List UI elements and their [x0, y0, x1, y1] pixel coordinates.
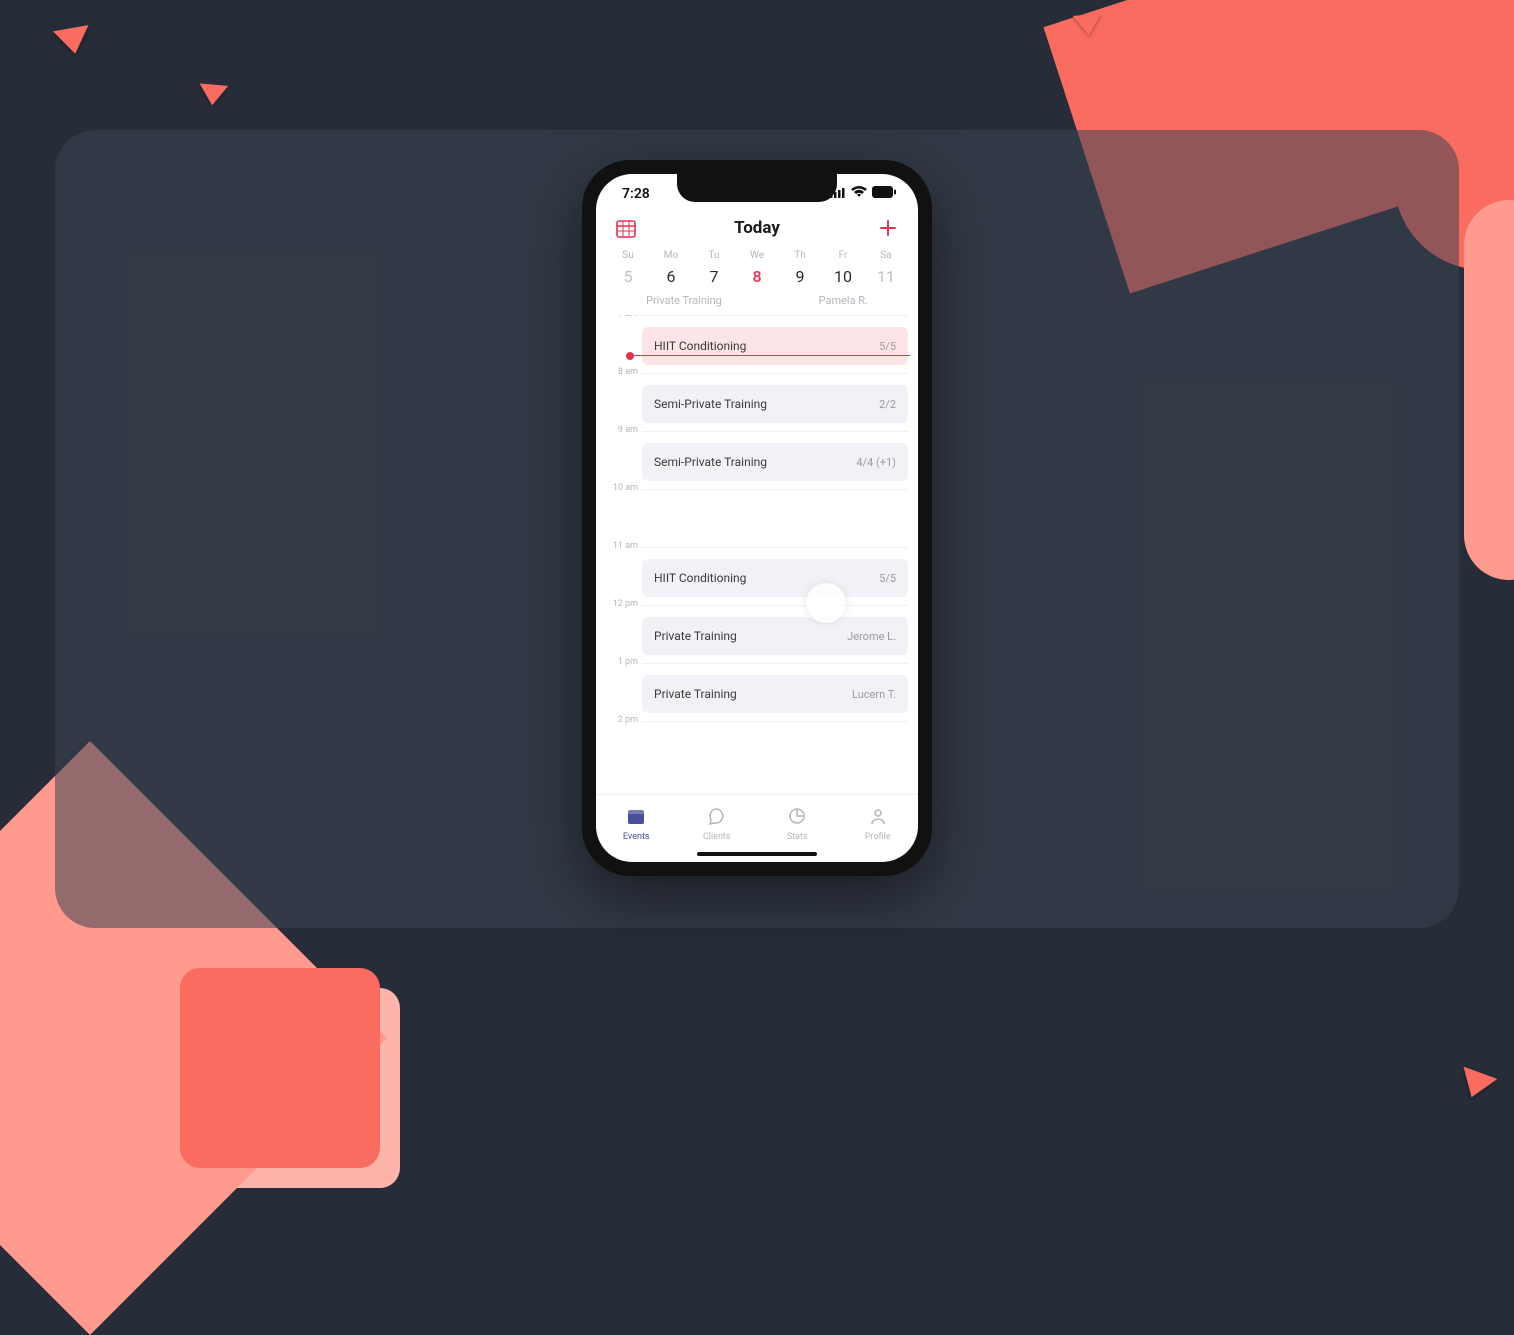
- tab-label: Profile: [865, 832, 891, 842]
- calendar-icon: [616, 218, 636, 238]
- gem-icon: [1073, 13, 1104, 36]
- event-title: Semi-Private Training: [654, 397, 767, 411]
- day-cell[interactable]: Th 9: [782, 250, 818, 286]
- day-number: 8: [739, 267, 775, 286]
- nav-header: Today: [596, 214, 918, 250]
- gem-icon: [1455, 1067, 1498, 1104]
- tab-label: Clients: [703, 832, 731, 842]
- wifi-icon: [851, 186, 867, 202]
- home-indicator: [697, 852, 817, 856]
- hour-label: 11 am: [604, 541, 638, 551]
- day-number: 5: [610, 267, 646, 286]
- day-number: 6: [653, 267, 689, 286]
- bg-shape: [1464, 200, 1514, 580]
- event-card[interactable]: Private Training Jerome L.: [642, 617, 908, 655]
- hour-label: 7 am: [604, 315, 638, 319]
- event-title: Semi-Private Training: [654, 455, 767, 469]
- day-number: 10: [825, 267, 861, 286]
- event-card[interactable]: Semi-Private Training 4/4 (+1): [642, 443, 908, 481]
- event-title: HIIT Conditioning: [654, 571, 746, 585]
- hour-label: 9 am: [604, 425, 638, 435]
- tab-events[interactable]: Events: [606, 806, 666, 842]
- day-abbr: Su: [610, 250, 646, 261]
- context-right: Pamela R.: [819, 294, 868, 307]
- event-card[interactable]: Private Training Lucern T.: [642, 675, 908, 713]
- plus-icon: [878, 218, 898, 238]
- day-abbr: Mo: [653, 250, 689, 261]
- day-cell[interactable]: Sa 11: [868, 250, 904, 286]
- phone-notch: [677, 174, 837, 202]
- day-number: 7: [696, 267, 732, 286]
- day-number: 11: [868, 267, 904, 286]
- day-abbr: We: [739, 250, 775, 261]
- hour-row: 2 pm: [642, 721, 908, 779]
- event-card[interactable]: Semi-Private Training 2/2: [642, 385, 908, 423]
- event-title: HIIT Conditioning: [654, 339, 746, 353]
- event-meta: 2/2: [879, 398, 896, 411]
- bg-shape: [180, 968, 380, 1168]
- hour-label: 10 am: [604, 483, 638, 493]
- status-right: [830, 186, 896, 202]
- phone-screen: 7:28 Today Su 5 Mo 6 Tu 7 We 8 Th 9: [596, 174, 918, 862]
- hour-label: 8 am: [604, 367, 638, 377]
- event-title: Private Training: [654, 629, 737, 643]
- hour-label: 12 pm: [604, 599, 638, 609]
- event-meta: 5/5: [879, 572, 896, 585]
- gem-icon: [198, 83, 229, 106]
- person-icon: [868, 806, 888, 829]
- day-number: 9: [782, 267, 818, 286]
- pie-icon: [787, 806, 807, 829]
- context-left: Private Training: [646, 294, 722, 307]
- day-cell[interactable]: Mo 6: [653, 250, 689, 286]
- now-indicator: [630, 355, 910, 356]
- gem-icon: [53, 25, 93, 57]
- calendar-icon: [626, 806, 646, 829]
- day-abbr: Fr: [825, 250, 861, 261]
- event-meta: 4/4 (+1): [856, 456, 896, 469]
- status-time: 7:28: [622, 186, 650, 202]
- battery-icon: [872, 186, 896, 202]
- add-button[interactable]: [876, 216, 900, 240]
- phone-frame: 7:28 Today Su 5 Mo 6 Tu 7 We 8 Th 9: [582, 160, 932, 876]
- now-dot-icon: [626, 352, 634, 360]
- page-title: Today: [734, 218, 780, 238]
- event-meta: Jerome L.: [847, 630, 896, 643]
- hour-label: 2 pm: [604, 715, 638, 725]
- hour-row: 10 am: [642, 489, 908, 547]
- tab-clients[interactable]: Clients: [687, 806, 747, 842]
- event-card[interactable]: HIIT Conditioning 5/5: [642, 559, 908, 597]
- day-cell[interactable]: We 8: [739, 250, 775, 286]
- day-abbr: Sa: [868, 250, 904, 261]
- event-card[interactable]: HIIT Conditioning 5/5: [642, 327, 908, 365]
- week-strip: Su 5 Mo 6 Tu 7 We 8 Th 9 Fr 10 Sa 11: [596, 250, 918, 294]
- event-meta: Lucern T.: [852, 688, 896, 701]
- calendar-button[interactable]: [614, 216, 638, 240]
- day-cell[interactable]: Fr 10: [825, 250, 861, 286]
- day-abbr: Tu: [696, 250, 732, 261]
- chat-icon: [707, 806, 727, 829]
- tab-profile[interactable]: Profile: [848, 806, 908, 842]
- day-cell[interactable]: Su 5: [610, 250, 646, 286]
- event-title: Private Training: [654, 687, 737, 701]
- day-cell[interactable]: Tu 7: [696, 250, 732, 286]
- context-row: Private Training Pamela R.: [596, 294, 918, 315]
- agenda[interactable]: 7 am 8 am 9 am 10 am 11 am 12 pm 1 pm 2 pm HIIT …: [596, 315, 918, 794]
- day-abbr: Th: [782, 250, 818, 261]
- tab-label: Stats: [787, 832, 808, 842]
- event-meta: 5/5: [879, 340, 896, 353]
- hour-label: 1 pm: [604, 657, 638, 667]
- tab-stats[interactable]: Stats: [767, 806, 827, 842]
- tab-label: Events: [623, 832, 650, 842]
